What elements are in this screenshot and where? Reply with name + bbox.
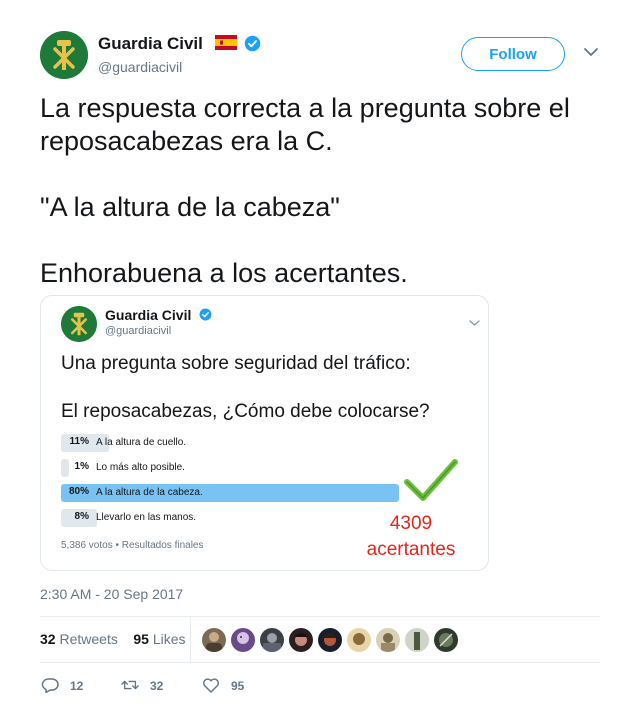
verified-badge-icon (199, 308, 212, 321)
person-icon (237, 632, 249, 644)
chevron-down-icon[interactable] (583, 46, 599, 58)
correct-answers-annotation: 4309 acertantes (366, 513, 456, 560)
poll-option-label: A la altura de la cabeza. (96, 487, 203, 498)
author-name[interactable]: Guardia Civil (98, 34, 203, 54)
heart-icon[interactable] (202, 677, 220, 693)
embedded-author-handle: @guardiacivil (105, 325, 172, 337)
retweet-icon[interactable] (121, 677, 139, 693)
verified-badge-icon (244, 35, 261, 52)
tweet-timestamp[interactable]: 2:30 AM - 20 Sep 2017 (40, 586, 183, 602)
person-icon (323, 634, 337, 646)
divider (40, 616, 600, 617)
person-icon (294, 633, 308, 646)
likes-label[interactable]: Likes (153, 631, 186, 647)
person-icon (414, 632, 420, 650)
embedded-author-avatar (61, 306, 97, 342)
poll-option-percent: 80% (68, 486, 89, 497)
liker-avatar[interactable] (202, 628, 226, 652)
embedded-image-card[interactable]: Guardia Civil @guardiacivil Una pregunta… (40, 295, 489, 571)
person-icon (439, 633, 453, 647)
chevron-down-icon (469, 320, 480, 326)
reply-count[interactable]: 12 (70, 679, 83, 693)
like-count[interactable]: 95 (231, 679, 244, 693)
divider (40, 662, 600, 663)
person-icon (263, 633, 281, 652)
person-icon (206, 632, 222, 652)
person-icon (353, 633, 365, 645)
poll-option-percent: 8% (74, 511, 89, 522)
liker-avatar[interactable] (347, 628, 371, 652)
retweets-count[interactable]: 32 (40, 631, 56, 647)
guardia-civil-emblem-icon (40, 31, 88, 79)
liker-avatar[interactable] (260, 628, 284, 652)
poll-question: Una pregunta sobre seguridad del tráfico… (61, 353, 430, 422)
liker-avatar[interactable] (289, 628, 313, 652)
spain-flag-icon (215, 35, 237, 50)
poll-footer: 5,386 votos • Resultados finales (61, 540, 204, 551)
likes-count[interactable]: 95 (133, 631, 149, 647)
poll-option-percent: 11% (69, 436, 89, 447)
poll-option: 11% A la altura de cuello. (61, 434, 481, 452)
guardia-civil-emblem-icon (61, 306, 97, 342)
reply-icon[interactable] (41, 677, 59, 693)
liker-avatar[interactable] (434, 628, 458, 652)
stats-divider (190, 617, 191, 663)
author-handle[interactable]: @guardiacivil (98, 59, 182, 75)
checkmark-icon (404, 459, 458, 501)
embedded-author-name: Guardia Civil (105, 307, 192, 323)
tweet-text: La respuesta correcta a la pregunta sobr… (40, 93, 570, 288)
follow-button[interactable]: Follow (461, 37, 565, 71)
liker-avatar[interactable] (376, 628, 400, 652)
liker-avatar[interactable] (231, 628, 255, 652)
poll-option-percent: 1% (74, 461, 89, 472)
poll-option-label: A la altura de cuello. (96, 437, 187, 448)
tweet-stats: 32 Retweets 95 Likes (40, 631, 186, 647)
retweet-count[interactable]: 32 (150, 679, 163, 693)
liker-avatar[interactable] (405, 628, 429, 652)
person-icon (381, 633, 395, 652)
liker-avatar[interactable] (318, 628, 342, 652)
retweets-label[interactable]: Retweets (59, 631, 117, 647)
author-avatar[interactable] (40, 31, 88, 79)
poll-option-label: Llevarlo en las manos. (96, 512, 197, 523)
poll-option-label: Lo más alto posible. (96, 462, 185, 473)
